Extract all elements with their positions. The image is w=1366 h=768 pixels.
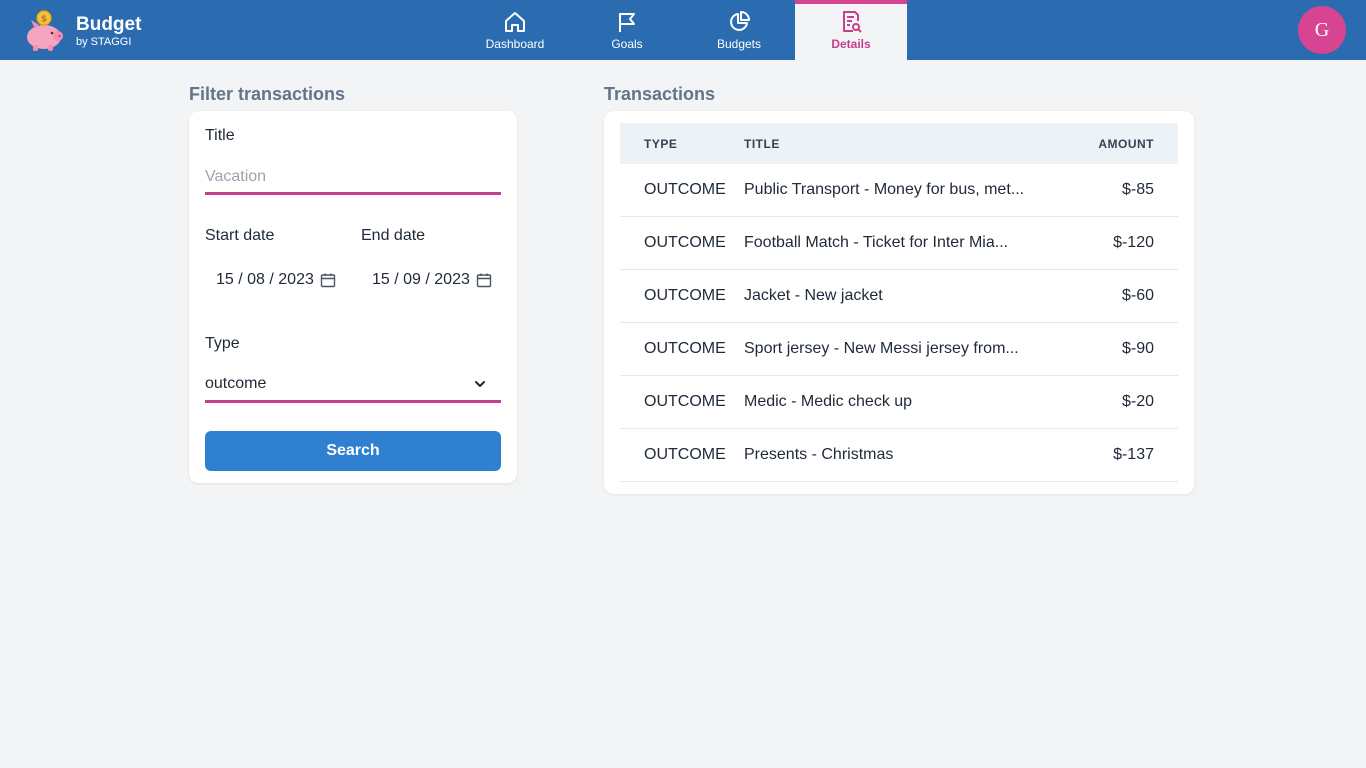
column-header-title: TITLE (744, 136, 780, 151)
pie-chart-icon (730, 11, 750, 31)
transactions-panel: TYPE TITLE AMOUNT OUTCOME Public Transpo… (604, 111, 1194, 494)
row-amount: $-20 (1121, 393, 1154, 410)
top-bar: $ Budget by STAGGI Dashboard Goals Budge… (0, 0, 1366, 60)
row-title: Jacket - New jacket (744, 287, 883, 304)
flag-icon (619, 13, 635, 32)
start-date-input[interactable]: 15 / 08 / 2023 (216, 264, 336, 296)
nav-details-label: Details (831, 37, 871, 51)
filter-heading: Filter transactions (189, 84, 346, 104)
start-date-label: Start date (205, 227, 275, 244)
row-amount: $-120 (1113, 234, 1154, 251)
user-avatar[interactable]: G (1298, 6, 1346, 54)
row-title: Public Transport - Money for bus, met... (744, 181, 1025, 198)
svg-text:$: $ (41, 15, 47, 25)
nav-dashboard[interactable]: Dashboard (459, 0, 571, 60)
transactions-table: TYPE TITLE AMOUNT OUTCOME Public Transpo… (620, 123, 1178, 482)
calendar-icon[interactable] (320, 272, 336, 288)
nav-budgets[interactable]: Budgets (683, 0, 795, 60)
type-select[interactable]: outcome (205, 367, 501, 403)
row-type: OUTCOME (644, 287, 726, 304)
document-search-icon (843, 11, 862, 33)
table-row[interactable]: OUTCOME Public Transport - Money for bus… (620, 164, 1178, 217)
row-type: OUTCOME (644, 340, 726, 357)
row-title: Medic - Medic check up (744, 393, 913, 410)
table-row[interactable]: OUTCOME Presents - Christmas $-137 (620, 429, 1178, 482)
end-date-label: End date (361, 227, 426, 244)
piggy-bank-icon: $ (27, 10, 63, 51)
row-title: Sport jersey - New Messi jersey from... (744, 340, 1019, 357)
title-label: Title (205, 127, 235, 144)
title-input[interactable] (205, 161, 501, 195)
chevron-down-icon (475, 380, 485, 387)
search-button[interactable]: Search (205, 431, 501, 471)
end-date-value: 15 / 09 / 2023 (372, 271, 470, 288)
row-type: OUTCOME (644, 446, 726, 463)
table-row[interactable]: OUTCOME Football Match - Ticket for Inte… (620, 217, 1178, 270)
table-row[interactable]: OUTCOME Jacket - New jacket $-60 (620, 270, 1178, 323)
row-title: Presents - Christmas (744, 446, 894, 463)
table-header: TYPE TITLE AMOUNT (620, 123, 1178, 164)
nav-budgets-label: Budgets (716, 37, 762, 51)
nav-details[interactable]: Details (795, 0, 907, 60)
nav-goals[interactable]: Goals (571, 0, 683, 60)
row-type: OUTCOME (644, 181, 726, 198)
row-type: OUTCOME (644, 234, 726, 251)
start-date-value: 15 / 08 / 2023 (216, 271, 314, 288)
transactions-heading: Transactions (604, 84, 716, 104)
type-label: Type (205, 335, 240, 352)
row-amount: $-137 (1113, 446, 1154, 463)
home-icon (505, 12, 525, 32)
column-header-type: TYPE (644, 136, 678, 151)
nav-goals-label: Goals (611, 37, 643, 51)
end-date-input[interactable]: 15 / 09 / 2023 (372, 264, 492, 296)
nav-dashboard-label: Dashboard (485, 37, 545, 51)
row-amount: $-85 (1121, 181, 1154, 198)
table-row[interactable]: OUTCOME Medic - Medic check up $-20 (620, 376, 1178, 429)
app-name: Budget (76, 13, 142, 35)
app-subtitle: by STAGGI (76, 35, 132, 48)
main-nav: Dashboard Goals Budgets Details (459, 0, 907, 60)
table-row[interactable]: OUTCOME Sport jersey - New Messi jersey … (620, 323, 1178, 376)
row-title: Football Match - Ticket for Inter Mia... (744, 234, 1009, 251)
row-amount: $-60 (1121, 287, 1154, 304)
calendar-icon[interactable] (476, 272, 492, 288)
type-select-value: outcome (205, 374, 267, 392)
column-header-amount: AMOUNT (1098, 136, 1154, 151)
filter-panel: Title Start date 15 / 08 / 2023 End date… (189, 111, 517, 483)
row-type: OUTCOME (644, 393, 726, 410)
row-amount: $-90 (1121, 340, 1154, 357)
brand[interactable]: $ Budget by STAGGI (22, 8, 152, 54)
